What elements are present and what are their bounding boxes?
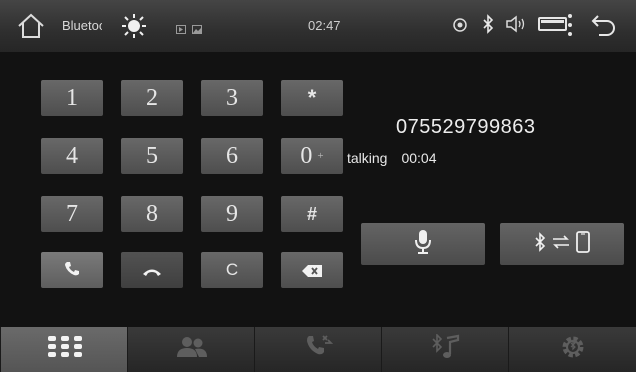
key-5[interactable]: 5 xyxy=(121,138,183,174)
media-icon xyxy=(176,21,186,39)
call-state: talking xyxy=(347,150,388,166)
key-sub-label: + xyxy=(317,150,324,162)
phone-icon xyxy=(64,257,80,284)
battery-icon xyxy=(538,16,568,37)
key-2[interactable]: 2 xyxy=(121,80,183,116)
key-label: 3 xyxy=(226,84,238,111)
clear-label: C xyxy=(225,260,239,279)
answer-call-button[interactable] xyxy=(41,252,103,288)
phone-number: 075529799863 xyxy=(396,116,536,138)
key-label: 0 xyxy=(300,142,313,169)
bluetooth-icon xyxy=(534,231,546,257)
hang-up-icon xyxy=(142,257,162,284)
key-1[interactable]: 1 xyxy=(41,80,103,116)
microphone-icon xyxy=(414,229,432,260)
key-6[interactable]: 6 xyxy=(201,138,263,174)
key-label: * xyxy=(307,85,317,110)
call-log-icon xyxy=(305,334,333,365)
music-icon xyxy=(431,333,461,365)
tab-call-log[interactable] xyxy=(254,327,382,372)
swap-arrows-icon xyxy=(552,234,570,254)
key-label: 4 xyxy=(66,142,78,169)
key-9[interactable]: 9 xyxy=(201,196,263,232)
key-label: 1 xyxy=(66,84,78,111)
call-status: talking 00:04 xyxy=(347,150,437,166)
more-icon[interactable] xyxy=(566,13,574,42)
clear-button[interactable]: C xyxy=(201,252,263,288)
key-hash[interactable]: # xyxy=(281,196,343,232)
key-label: 7 xyxy=(66,200,78,227)
tab-music[interactable] xyxy=(381,327,509,372)
volume-icon[interactable] xyxy=(505,15,527,38)
home-icon[interactable] xyxy=(16,12,46,45)
bottom-tab-bar xyxy=(0,327,636,372)
key-4[interactable]: 4 xyxy=(41,138,103,174)
key-star[interactable]: * xyxy=(281,80,343,116)
key-label: 2 xyxy=(146,84,158,111)
key-label: # xyxy=(306,203,317,224)
app-title: Bluetooth xyxy=(62,18,102,33)
key-label: 9 xyxy=(226,200,238,227)
gps-icon xyxy=(452,17,468,38)
mute-mic-button[interactable] xyxy=(361,223,485,265)
key-label: 6 xyxy=(226,142,238,169)
key-label: 5 xyxy=(146,142,158,169)
brightness-icon[interactable] xyxy=(120,12,148,45)
key-0[interactable]: 0 + xyxy=(281,138,343,174)
key-label: 8 xyxy=(146,200,158,227)
key-3[interactable]: 3 xyxy=(201,80,263,116)
gallery-icon xyxy=(192,21,202,39)
backspace-button[interactable] xyxy=(281,252,343,288)
bluetooth-icon xyxy=(482,14,494,39)
call-duration: 00:04 xyxy=(401,150,437,166)
backspace-icon xyxy=(302,257,322,284)
tab-dialpad[interactable] xyxy=(0,327,128,372)
key-8[interactable]: 8 xyxy=(121,196,183,232)
dialpad-icon xyxy=(47,335,83,364)
back-icon[interactable] xyxy=(590,13,618,44)
key-7[interactable]: 7 xyxy=(41,196,103,232)
audio-transfer-button[interactable] xyxy=(500,223,624,265)
contacts-icon xyxy=(175,335,209,364)
hang-up-button[interactable] xyxy=(121,252,183,288)
settings-icon xyxy=(560,334,586,365)
tab-contacts[interactable] xyxy=(127,327,255,372)
clock: 02:47 xyxy=(308,18,341,33)
status-bar: Bluetooth 02:47 xyxy=(0,0,636,52)
tab-settings[interactable] xyxy=(508,327,636,372)
phone-device-icon xyxy=(576,230,590,258)
